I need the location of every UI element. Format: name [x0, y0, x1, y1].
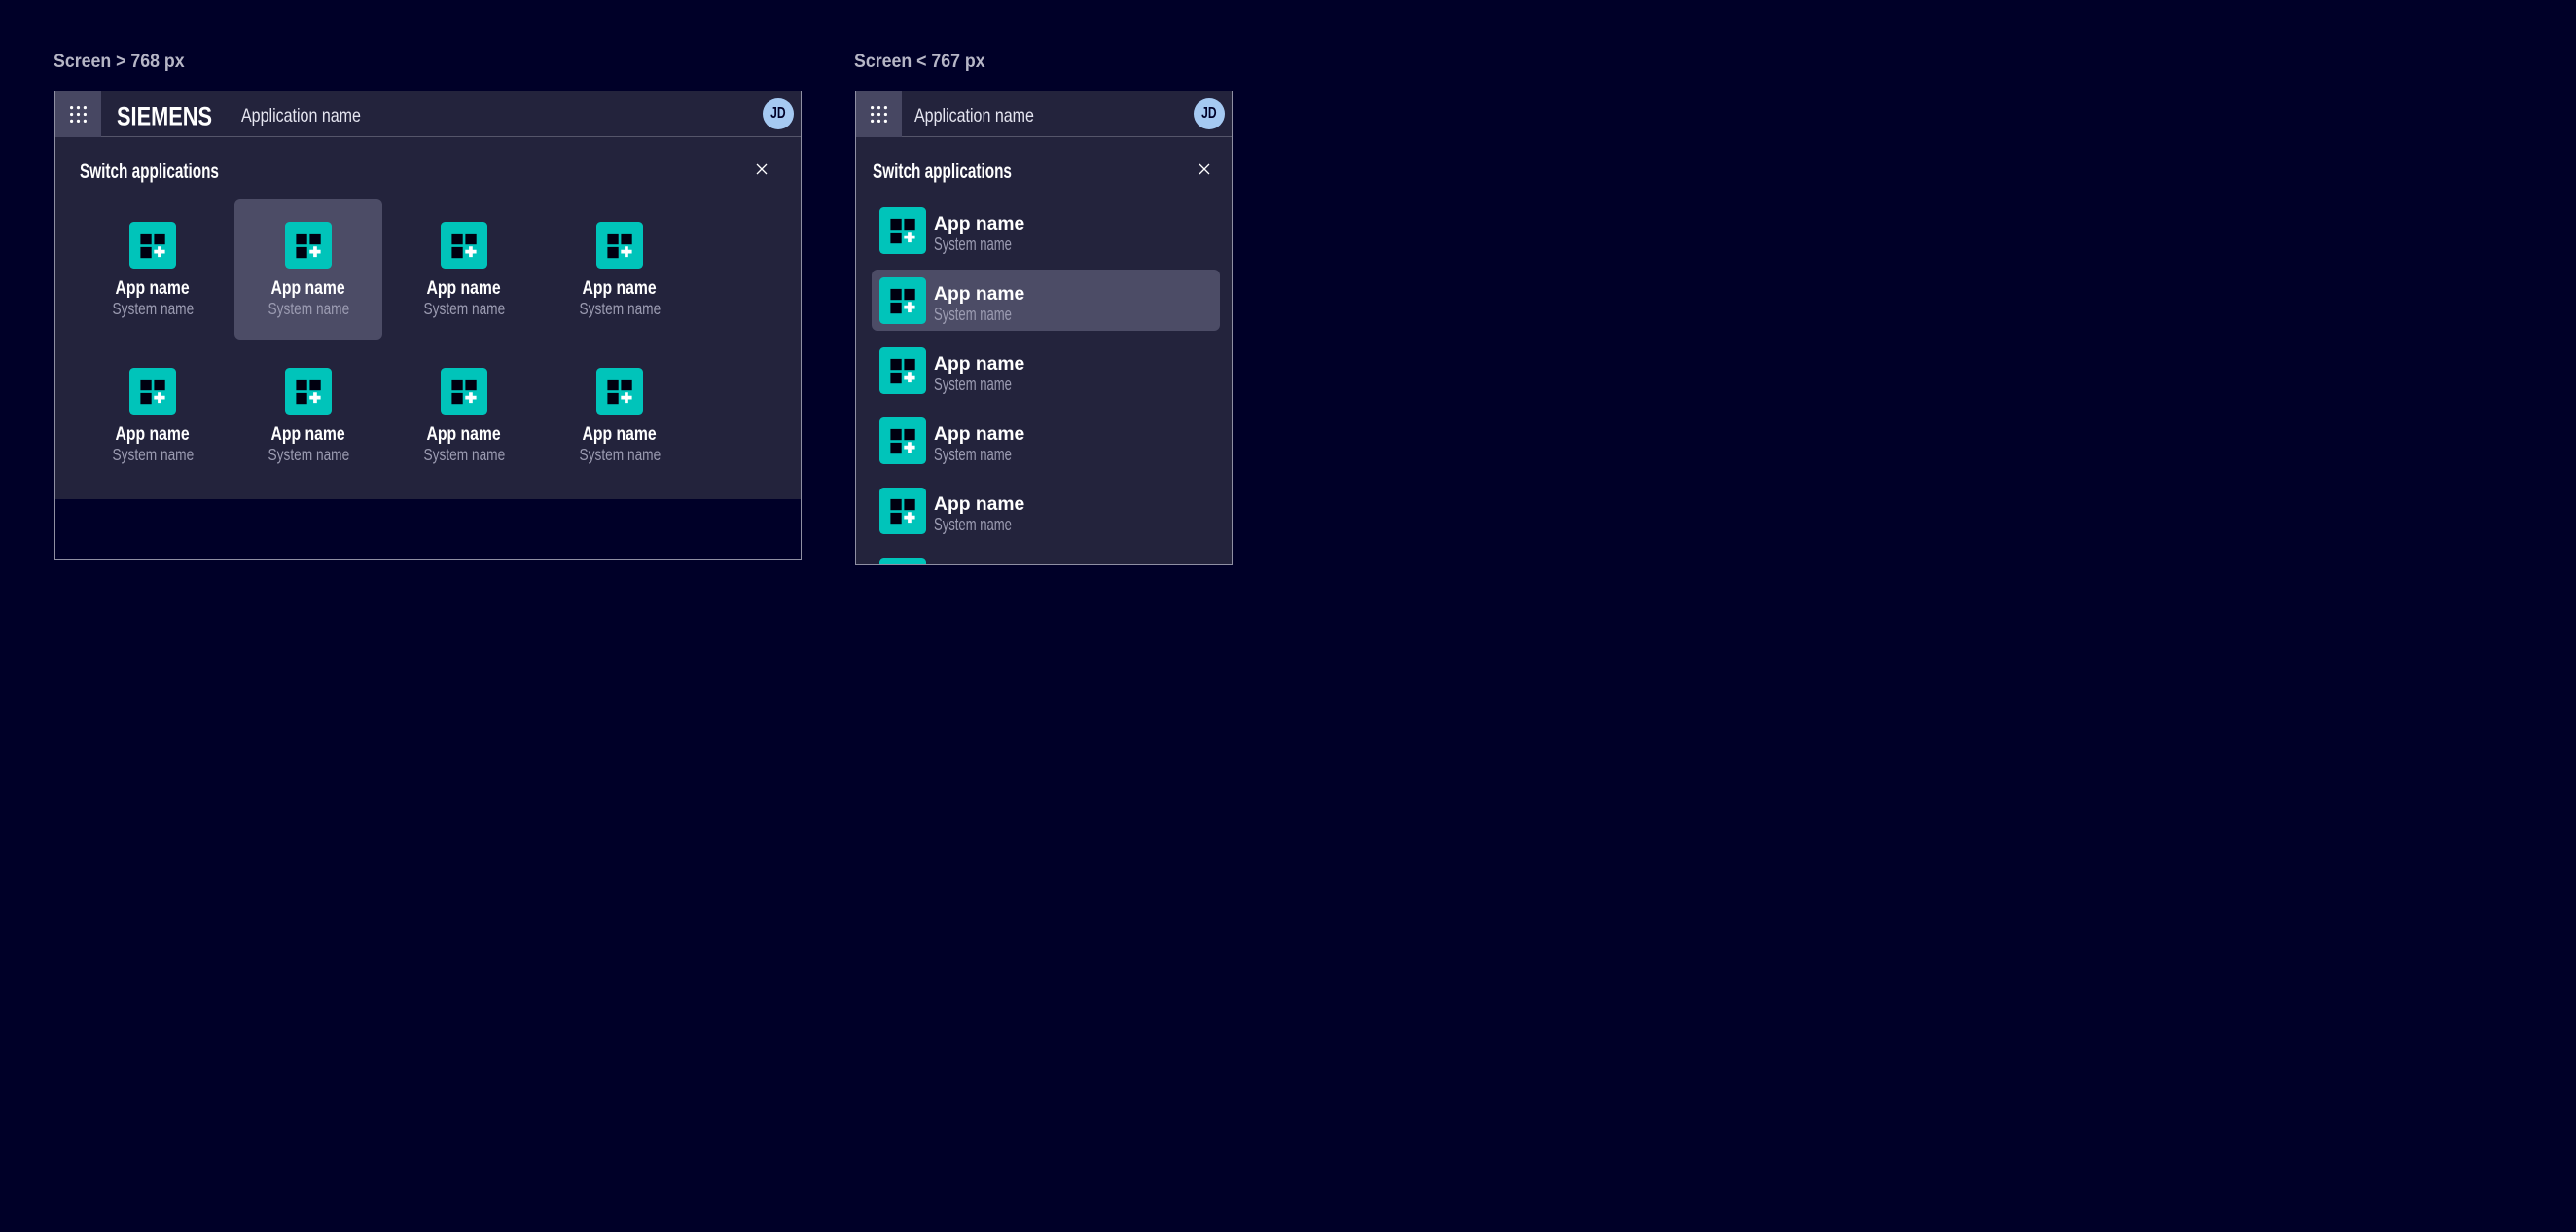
- app-tile[interactable]: App name System name: [79, 199, 227, 340]
- app-switcher-button[interactable]: [55, 91, 101, 137]
- overlay-title-mobile: Switch applications: [873, 161, 1012, 182]
- app-icon: [879, 277, 926, 324]
- switch-applications-overlay-mobile: Switch applications App name System name: [856, 137, 1233, 564]
- close-icon: [1195, 160, 1214, 179]
- system-name: System name: [268, 298, 349, 320]
- system-name: System name: [579, 444, 661, 466]
- app-name: App name: [427, 423, 501, 446]
- siemens-logo: SIEMENS: [117, 99, 213, 133]
- close-button[interactable]: [750, 158, 773, 181]
- app-tile[interactable]: App name System name: [546, 199, 694, 340]
- system-name: System name: [934, 514, 1012, 534]
- app-list-item[interactable]: App name System name: [872, 340, 1221, 401]
- system-name: System name: [268, 444, 349, 466]
- grid-dots-icon: [70, 106, 87, 123]
- app-icon: [285, 368, 332, 415]
- app-tile[interactable]: App name System name: [234, 199, 382, 340]
- system-name: System name: [423, 444, 505, 466]
- app-icon: [596, 222, 643, 269]
- system-name: System name: [423, 298, 505, 320]
- app-list-item[interactable]: App name System name: [872, 270, 1221, 331]
- avatar-initials: JD: [770, 105, 785, 123]
- breakpoint-label-desktop: Screen > 768 px: [54, 53, 185, 72]
- switch-applications-overlay: Switch applications App name System name…: [55, 137, 801, 499]
- user-avatar[interactable]: JD: [763, 98, 794, 129]
- app-icon: [441, 222, 487, 269]
- application-name-title: Application name: [241, 106, 361, 127]
- app-list: App name System name App name System nam…: [872, 199, 1221, 564]
- app-icon: [879, 558, 926, 565]
- app-icon: [879, 347, 926, 394]
- app-icon: [879, 417, 926, 464]
- app-icon: [129, 222, 176, 269]
- app-icon: [879, 488, 926, 534]
- app-name: App name: [583, 277, 657, 300]
- app-tile[interactable]: App name System name: [79, 345, 227, 486]
- system-name: System name: [112, 298, 194, 320]
- system-name: System name: [112, 444, 194, 466]
- app-tile[interactable]: App name System name: [390, 345, 538, 486]
- app-list-item[interactable]: App name System name: [872, 550, 1221, 564]
- app-list-item[interactable]: App name System name: [872, 480, 1221, 541]
- app-tile[interactable]: App name System name: [234, 345, 382, 486]
- system-name: System name: [934, 444, 1012, 464]
- app-name: App name: [583, 423, 657, 446]
- application-header-mobile: Application name JD: [856, 91, 1233, 137]
- app-icon: [285, 222, 332, 269]
- app-name: App name: [116, 277, 190, 300]
- app-icon: [441, 368, 487, 415]
- app-name: App name: [934, 562, 1041, 564]
- app-list-item[interactable]: App name System name: [872, 199, 1221, 261]
- desktop-window: SIEMENS Application name JD Switch appli…: [54, 91, 802, 560]
- system-name: System name: [934, 304, 1012, 324]
- system-name: System name: [579, 298, 661, 320]
- app-tile[interactable]: App name System name: [546, 345, 694, 486]
- app-switcher-button-mobile[interactable]: [856, 91, 902, 137]
- system-name: System name: [934, 234, 1012, 254]
- svg-text:SIEMENS: SIEMENS: [117, 102, 212, 131]
- overlay-title: Switch applications: [80, 161, 219, 182]
- app-name: App name: [271, 423, 345, 446]
- application-header: SIEMENS Application name JD: [55, 91, 801, 137]
- user-avatar-mobile[interactable]: JD: [1194, 98, 1225, 129]
- app-tile[interactable]: App name System name: [390, 199, 538, 340]
- app-name: App name: [116, 423, 190, 446]
- breakpoint-label-mobile: Screen < 767 px: [854, 53, 985, 72]
- system-name: System name: [934, 374, 1012, 394]
- app-tile-grid: App name System name App name System nam…: [79, 199, 694, 486]
- close-button-mobile[interactable]: [1193, 158, 1216, 181]
- app-list-item[interactable]: App name System name: [872, 410, 1221, 471]
- mobile-window: Application name JD Switch applications …: [855, 91, 1234, 565]
- app-icon: [596, 368, 643, 415]
- app-icon: [129, 368, 176, 415]
- app-name: App name: [427, 277, 501, 300]
- application-name-title-mobile: Application name: [914, 106, 1034, 127]
- app-name: App name: [271, 277, 345, 300]
- close-icon: [752, 160, 771, 179]
- app-icon: [879, 207, 926, 254]
- avatar-initials: JD: [1201, 105, 1216, 123]
- grid-dots-icon: [871, 106, 887, 123]
